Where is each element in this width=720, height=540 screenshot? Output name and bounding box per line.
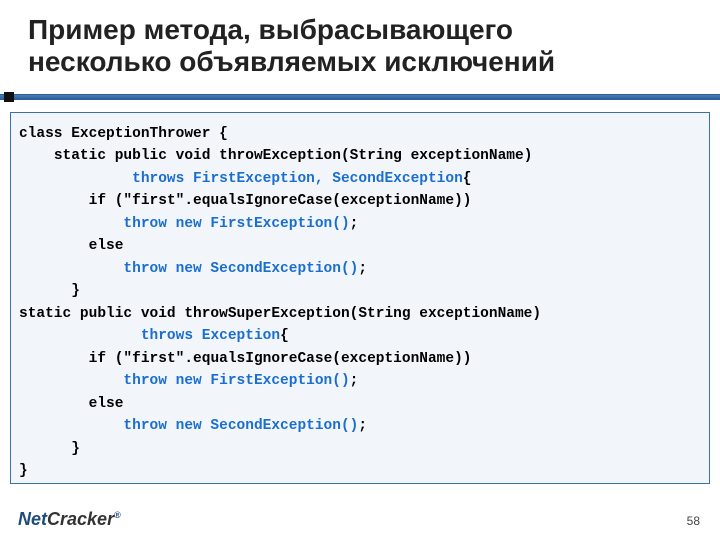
- code-keyword: throws FirstException, SecondException: [132, 171, 463, 187]
- title-line-2: несколько объявляемых исключений: [28, 46, 555, 77]
- code-line: else: [19, 238, 123, 254]
- code-line: [19, 171, 132, 187]
- slide-title: Пример метода, выбрасывающего несколько …: [0, 0, 720, 84]
- slide: Пример метода, выбрасывающего несколько …: [0, 0, 720, 540]
- code-line: if ("first".equalsIgnoreCase(exceptionNa…: [19, 351, 472, 367]
- code-line: ;: [358, 261, 367, 277]
- code-line: {: [280, 328, 289, 344]
- logo-net: Net: [18, 509, 47, 529]
- code-keyword: throws Exception: [141, 328, 280, 344]
- logo: NetCracker®: [18, 509, 121, 530]
- code-line: }: [19, 463, 28, 479]
- footer: NetCracker® 58: [0, 498, 720, 540]
- code-keyword: throw new FirstException(): [123, 373, 349, 389]
- code-line: ;: [350, 373, 359, 389]
- code-keyword: throw new SecondException(): [123, 418, 358, 434]
- code-line: }: [19, 441, 80, 457]
- code-line: else: [19, 396, 123, 412]
- code-keyword: throw new SecondException(): [123, 261, 358, 277]
- code-line: [19, 373, 123, 389]
- page-number: 58: [687, 514, 700, 528]
- code-line: [19, 261, 123, 277]
- accent-bar: [0, 94, 720, 100]
- code-line: static public void throwSuperException(S…: [19, 306, 541, 322]
- code-line: static public void throwException(String…: [19, 148, 532, 164]
- code-line: ;: [350, 216, 359, 232]
- logo-registered-icon: ®: [114, 510, 121, 520]
- logo-cracker: Cracker: [47, 509, 114, 529]
- code-line: {: [463, 171, 472, 187]
- code-block: class ExceptionThrower { static public v…: [10, 112, 710, 484]
- code-keyword: throw new FirstException(): [123, 216, 349, 232]
- code-line: if ("first".equalsIgnoreCase(exceptionNa…: [19, 193, 472, 209]
- code-line: [19, 216, 123, 232]
- code-line: ;: [358, 418, 367, 434]
- code-line: }: [19, 283, 80, 299]
- title-line-1: Пример метода, выбрасывающего: [28, 14, 513, 45]
- accent-square: [4, 92, 14, 102]
- code-line: [19, 328, 141, 344]
- code-line: [19, 418, 123, 434]
- code-line: class ExceptionThrower {: [19, 126, 228, 142]
